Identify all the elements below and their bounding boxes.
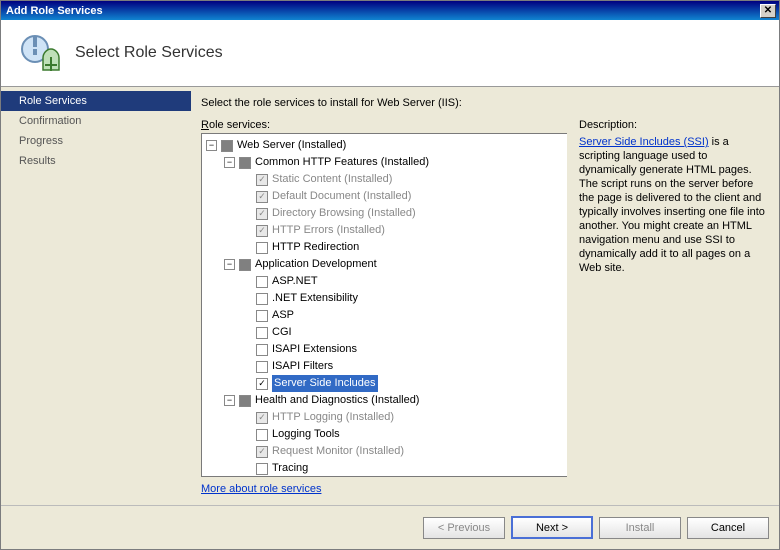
tree-node[interactable]: − Application Development (206, 256, 565, 273)
collapse-icon[interactable]: − (224, 395, 235, 406)
checkbox[interactable] (256, 344, 268, 356)
tree-node[interactable]: − Web Server (Installed) (206, 137, 565, 154)
tree-node[interactable]: ✓ Default Document (Installed) (206, 188, 565, 205)
checkbox[interactable] (256, 242, 268, 254)
checkbox: ✓ (256, 208, 268, 220)
tree-node-label: HTTP Redirection (272, 239, 359, 256)
checkbox[interactable] (256, 361, 268, 373)
header: Select Role Services (1, 20, 779, 87)
description-panel: Description: Server Side Includes (SSI) … (567, 119, 767, 505)
install-button: Install (599, 517, 681, 539)
checkbox[interactable] (239, 259, 251, 271)
tree-node[interactable]: ✓ HTTP Errors (Installed) (206, 222, 565, 239)
main-panel: Select the role services to install for … (191, 87, 779, 505)
tree-node[interactable]: ✓ Request Monitor (Installed) (206, 443, 565, 460)
tree-node[interactable]: Tracing (206, 460, 565, 477)
tree-node[interactable]: .NET Extensibility (206, 290, 565, 307)
tree-node[interactable]: HTTP Redirection (206, 239, 565, 256)
tree-node-label: CGI (272, 324, 292, 341)
titlebar: Add Role Services ✕ (1, 1, 779, 20)
checkbox[interactable] (256, 327, 268, 339)
collapse-icon[interactable]: − (224, 259, 235, 270)
step-role-services[interactable]: Role Services (1, 91, 191, 111)
step-progress[interactable]: Progress (1, 131, 191, 151)
collapse-icon[interactable]: − (206, 140, 217, 151)
tree-node[interactable]: ✓ Directory Browsing (Installed) (206, 205, 565, 222)
cancel-button[interactable]: Cancel (687, 517, 769, 539)
sidebar: Role Services Confirmation Progress Resu… (1, 87, 191, 505)
description-text: Server Side Includes (SSI) is a scriptin… (579, 135, 767, 275)
wizard-icon (15, 29, 63, 77)
instruction-text: Select the role services to install for … (201, 97, 767, 109)
next-button[interactable]: Next > (511, 516, 593, 539)
checkbox[interactable] (256, 463, 268, 475)
checkbox: ✓ (256, 225, 268, 237)
tree-node-label: Request Monitor (Installed) (272, 443, 404, 460)
checkbox[interactable] (239, 157, 251, 169)
window-title: Add Role Services (4, 5, 760, 17)
checkbox: ✓ (256, 446, 268, 458)
checkbox: ✓ (256, 174, 268, 186)
checkbox[interactable] (256, 293, 268, 305)
checkbox[interactable] (256, 429, 268, 441)
checkbox[interactable] (221, 140, 233, 152)
body: Role Services Confirmation Progress Resu… (1, 87, 779, 505)
tree-node-label: ISAPI Filters (272, 358, 333, 375)
checkbox: ✓ (256, 412, 268, 424)
tree-node[interactable]: ✓ HTTP Logging (Installed) (206, 409, 565, 426)
checkbox[interactable]: ✓ (256, 378, 268, 390)
previous-button: < Previous (423, 517, 505, 539)
checkbox: ✓ (256, 191, 268, 203)
close-icon[interactable]: ✕ (760, 4, 776, 18)
checkbox[interactable] (256, 310, 268, 322)
tree-node-label: Health and Diagnostics (Installed) (255, 392, 419, 409)
more-about-link[interactable]: More about role services (201, 483, 567, 495)
tree-node-label: HTTP Logging (Installed) (272, 409, 394, 426)
checkbox[interactable] (239, 395, 251, 407)
tree-node[interactable]: ISAPI Filters (206, 358, 565, 375)
wizard-window: Add Role Services ✕ Select Role Services… (0, 0, 780, 550)
checkbox[interactable] (256, 276, 268, 288)
tree-node[interactable]: CGI (206, 324, 565, 341)
tree-node-label: Tracing (272, 460, 308, 477)
description-label: Description: (579, 119, 767, 131)
tree-node-label: Logging Tools (272, 426, 340, 443)
tree-node-label: Directory Browsing (Installed) (272, 205, 416, 222)
footer: < Previous Next > Install Cancel (1, 505, 779, 549)
tree-node-label: Static Content (Installed) (272, 171, 392, 188)
tree-node-label: Common HTTP Features (Installed) (255, 154, 429, 171)
tree-node[interactable]: − Common HTTP Features (Installed) (206, 154, 565, 171)
tree-label: Role services: (201, 119, 567, 131)
tree-node[interactable]: Logging Tools (206, 426, 565, 443)
tree-node[interactable]: ASP.NET (206, 273, 565, 290)
tree-node[interactable]: ASP (206, 307, 565, 324)
step-confirmation[interactable]: Confirmation (1, 111, 191, 131)
tree-node[interactable]: ✓ Server Side Includes (206, 375, 565, 392)
description-link[interactable]: Server Side Includes (SSI) (579, 136, 709, 148)
step-results[interactable]: Results (1, 151, 191, 171)
tree-node-label: ASP.NET (272, 273, 318, 290)
tree-node[interactable]: − Health and Diagnostics (Installed) (206, 392, 565, 409)
tree-node-label: Web Server (Installed) (237, 137, 346, 154)
page-title: Select Role Services (75, 44, 223, 62)
collapse-icon[interactable]: − (224, 157, 235, 168)
tree-node-label: Default Document (Installed) (272, 188, 411, 205)
role-services-tree[interactable]: −Web Server (Installed)−Common HTTP Feat… (201, 133, 567, 477)
tree-node[interactable]: ✓ Static Content (Installed) (206, 171, 565, 188)
tree-node[interactable]: ISAPI Extensions (206, 341, 565, 358)
tree-node-label: Application Development (255, 256, 377, 273)
tree-node-label: ISAPI Extensions (272, 341, 357, 358)
tree-node-label: Server Side Includes (272, 375, 378, 392)
tree-node-label: .NET Extensibility (272, 290, 358, 307)
tree-node-label: HTTP Errors (Installed) (272, 222, 385, 239)
tree-node-label: ASP (272, 307, 294, 324)
